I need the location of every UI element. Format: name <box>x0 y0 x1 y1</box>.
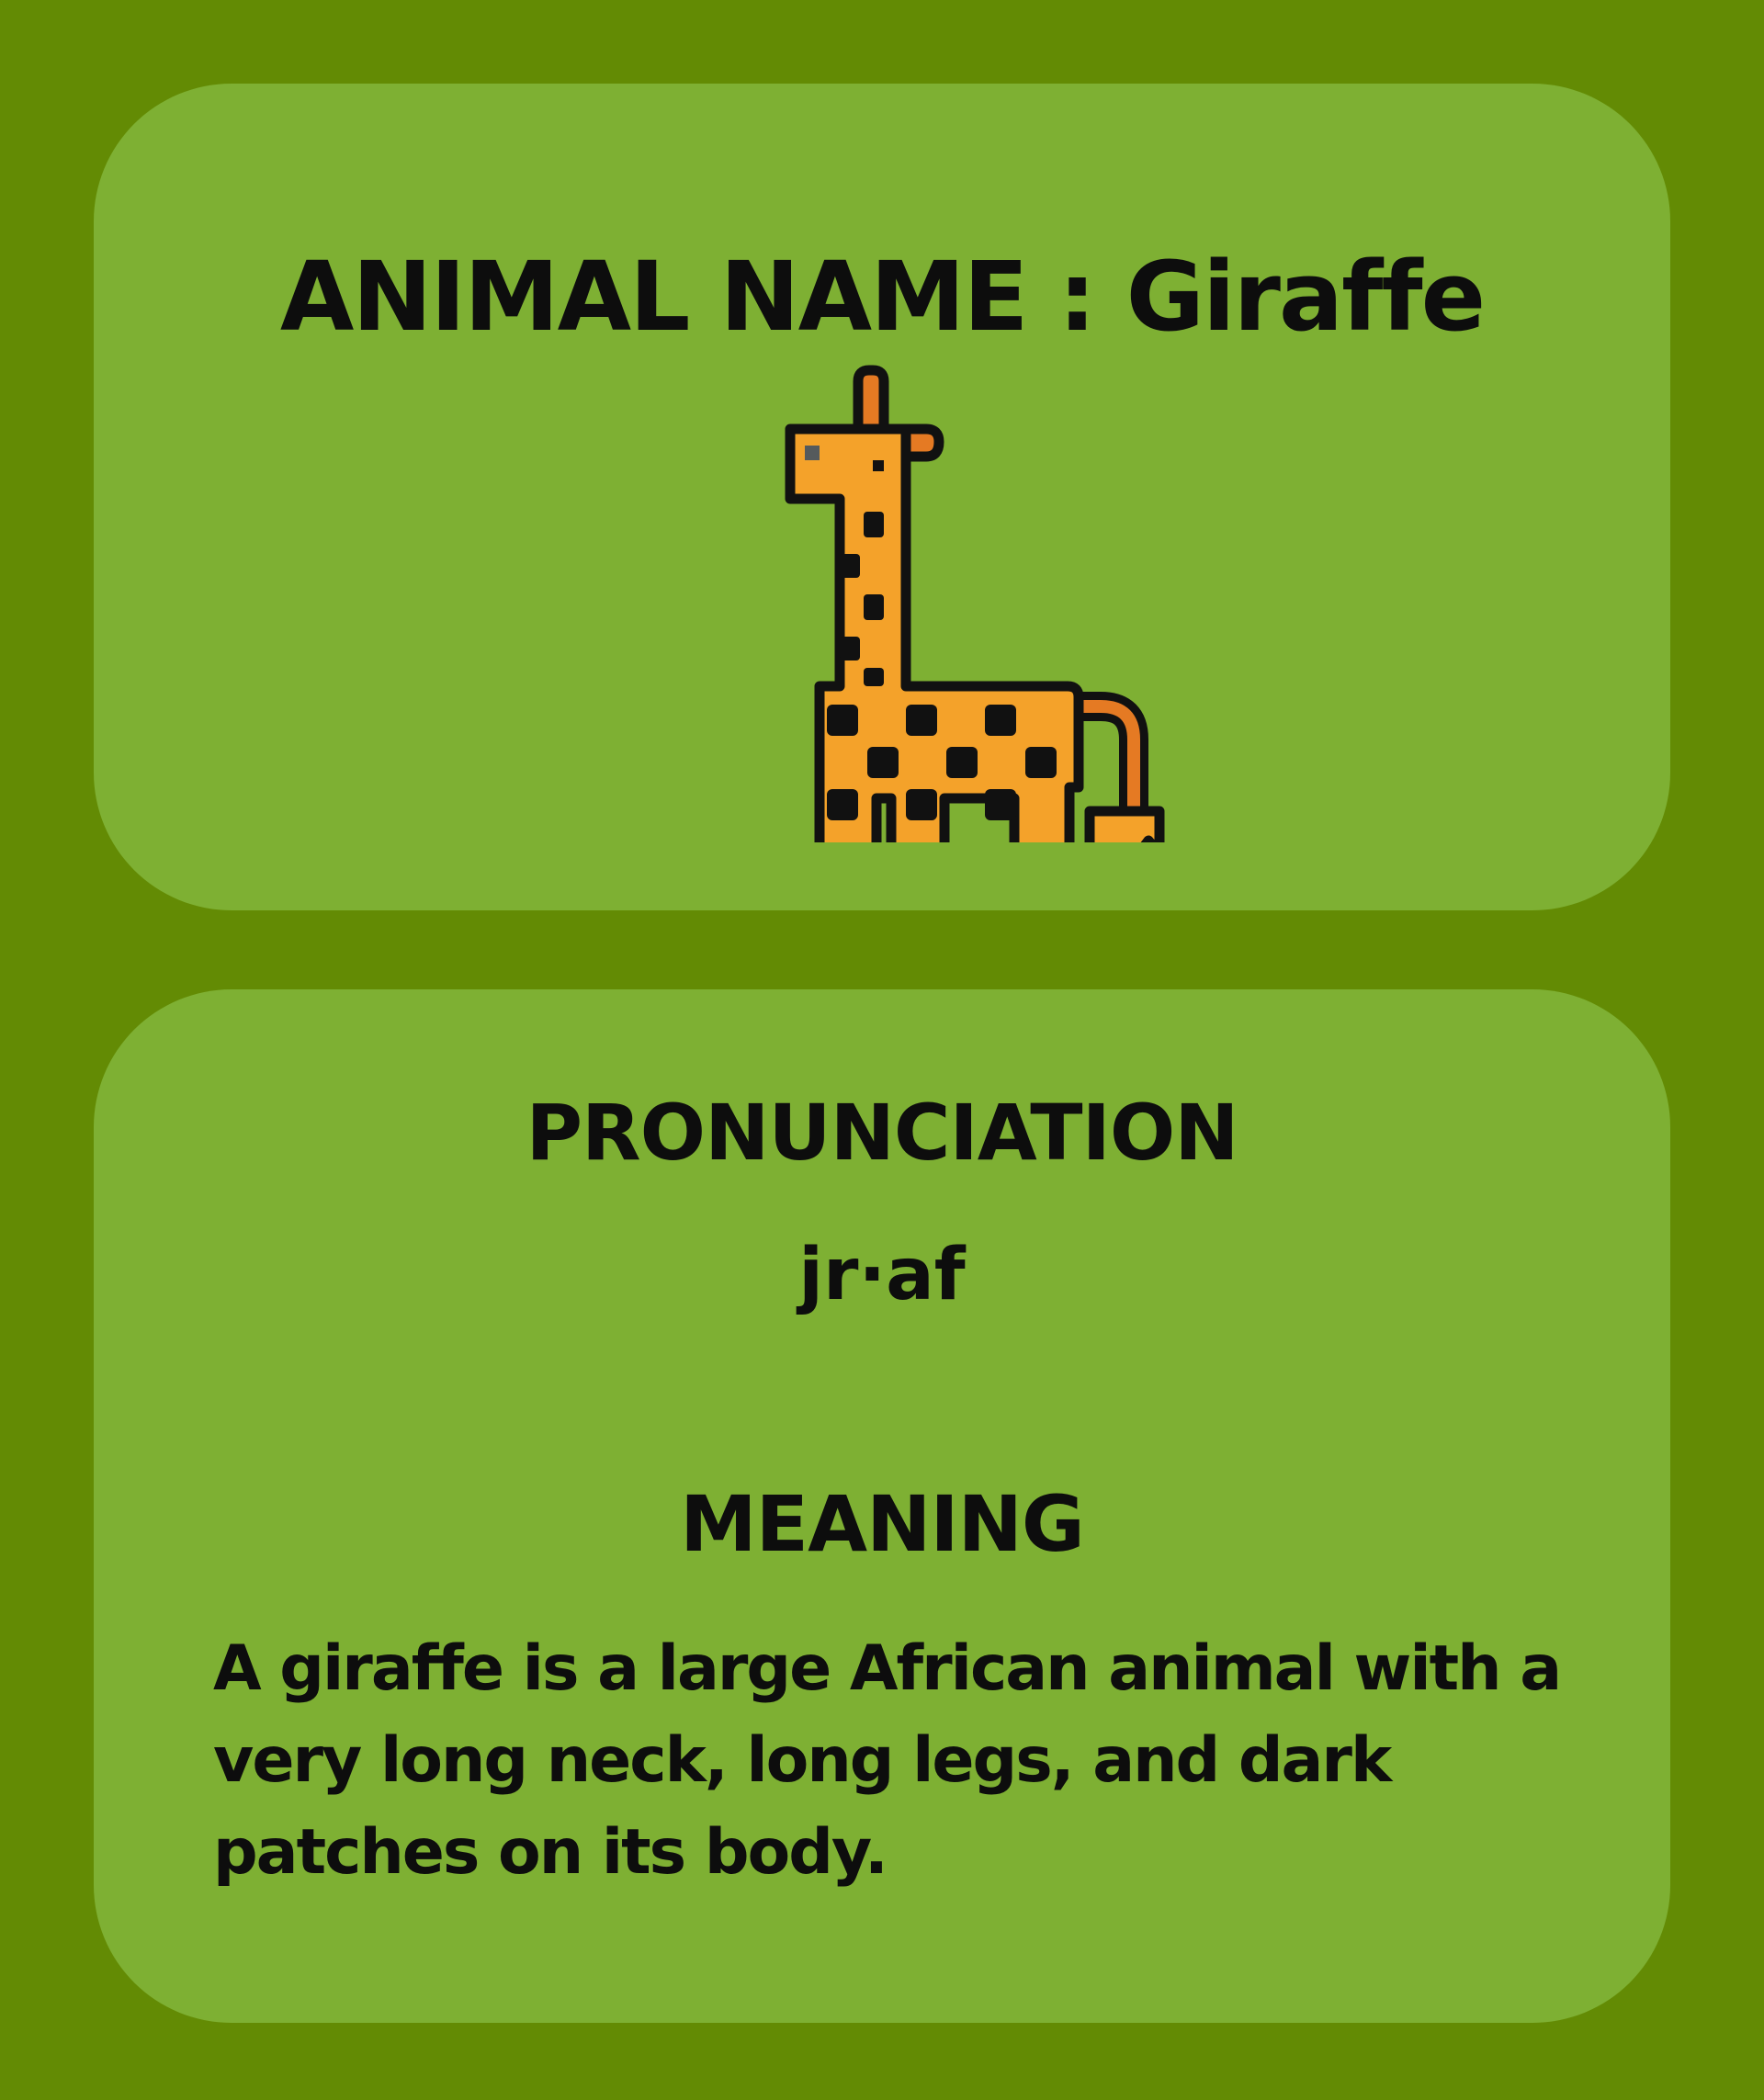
pronunciation-heading: PRONUNCIATION <box>526 1088 1238 1178</box>
meaning-heading: MEANING <box>680 1479 1085 1569</box>
page-title: ANIMAL NAME : Giraffe <box>279 241 1486 353</box>
animal-name-card: ANIMAL NAME : Giraffe <box>94 84 1670 910</box>
meaning-text: A giraffe is a large African animal with… <box>213 1632 1562 1889</box>
definition-card: PRONUNCIATION jr·af MEANING A giraffe is… <box>94 989 1670 2023</box>
pronunciation-value: jr·af <box>798 1234 966 1316</box>
giraffe-icon <box>785 365 1165 842</box>
